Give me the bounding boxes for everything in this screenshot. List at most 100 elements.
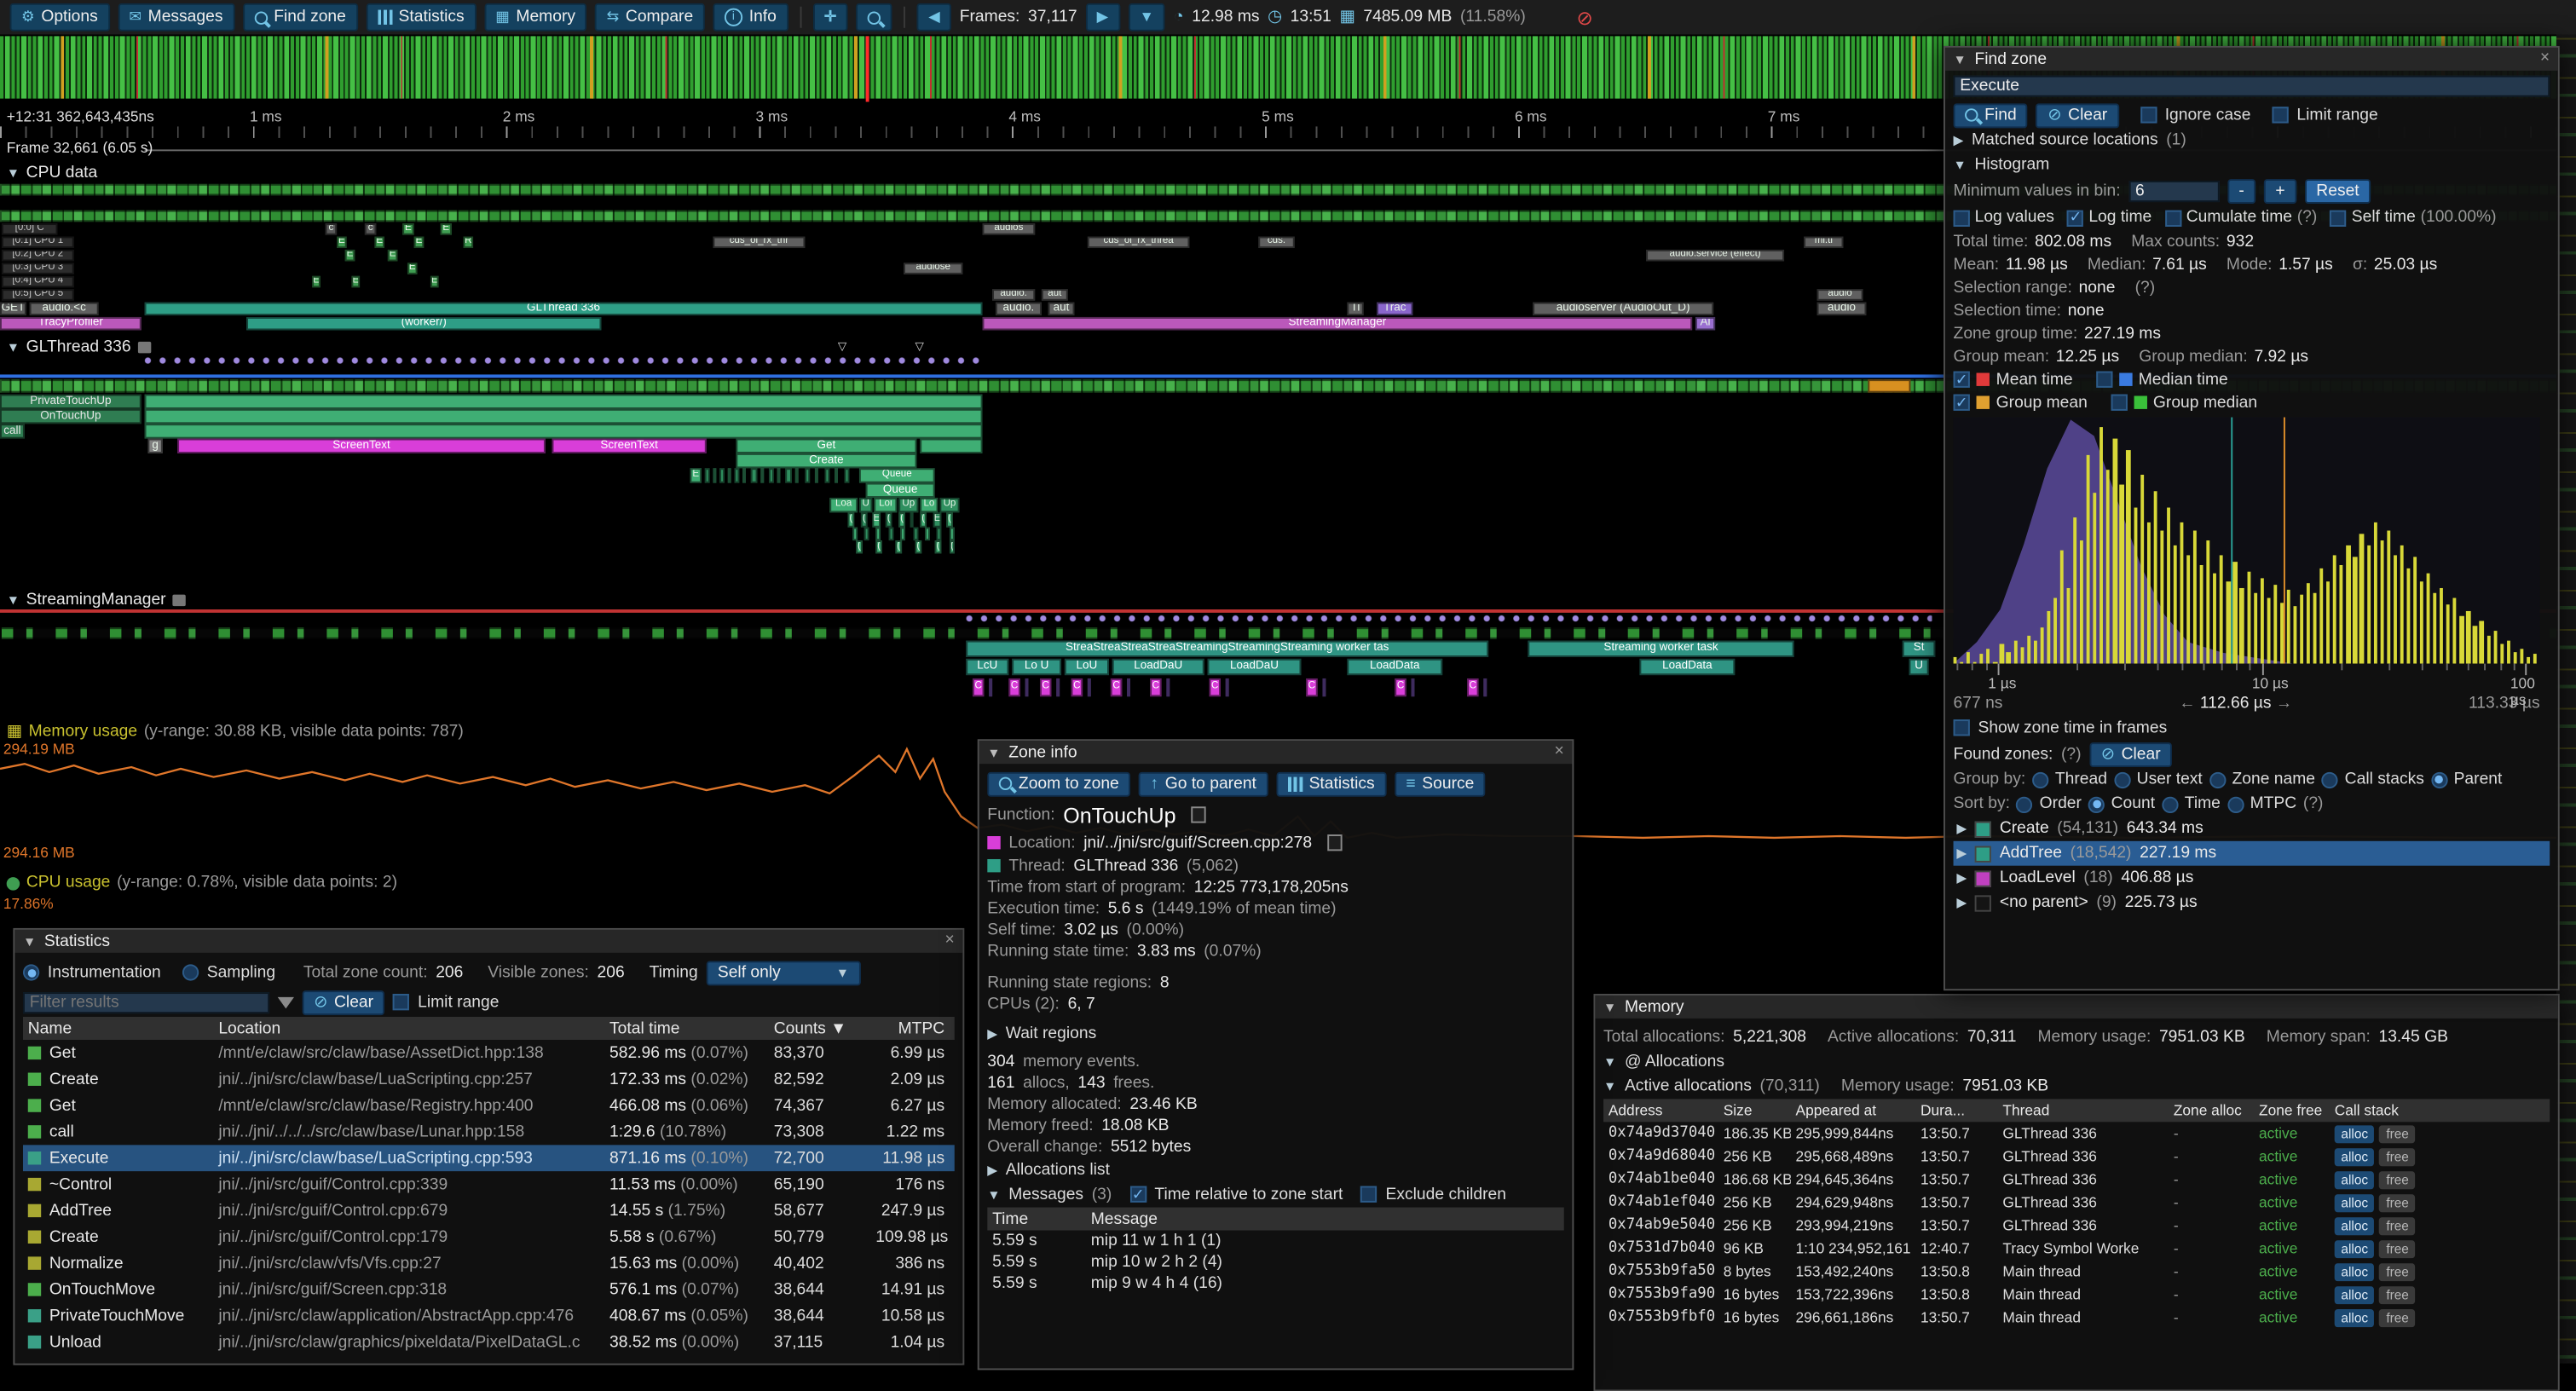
column-header[interactable]: Appeared at xyxy=(1791,1102,1915,1118)
help-icon[interactable]: (?) xyxy=(2061,745,2082,763)
table-row[interactable]: Normalizejni/../jni/src/claw/vfs/Vfs.cpp… xyxy=(23,1250,955,1277)
timeline-zone[interactable]: E xyxy=(402,223,413,234)
timeline-zone[interactable]: [0:0] C xyxy=(2,223,58,234)
limit-range-checkbox[interactable] xyxy=(2272,107,2288,123)
zoom-tool-button[interactable] xyxy=(856,3,892,32)
memory-button[interactable]: ▦Memory xyxy=(484,3,587,32)
timeline-zone[interactable]: [0:5] CPU 5 xyxy=(2,289,74,300)
message-row[interactable]: 5.59 smip 11 w 1 h 1 (1) xyxy=(987,1231,1563,1252)
free-callstack-button[interactable]: free xyxy=(2380,1308,2416,1326)
timeline-zone[interactable]: ScreenText xyxy=(177,439,546,453)
timeline-zone[interactable]: audio.<c xyxy=(30,303,99,315)
found-zone-row[interactable]: ▶AddTree(18,542)227.19 ms xyxy=(1954,841,2550,866)
cpu-usage-header[interactable]: CPU usage(y-range: 0.78%, visible data p… xyxy=(7,874,397,892)
streaming-header[interactable]: ▼StreamingManager xyxy=(7,592,186,609)
free-callstack-button[interactable]: free xyxy=(2380,1285,2416,1303)
alloc-callstack-button[interactable]: alloc xyxy=(2335,1239,2375,1257)
timeline-zone[interactable]: cds_ol_rx_threa xyxy=(1088,237,1189,248)
radio-button[interactable] xyxy=(2017,796,2033,812)
timeline-zone[interactable] xyxy=(875,528,881,540)
timeline-zone[interactable] xyxy=(910,512,914,527)
alloc-callstack-button[interactable]: alloc xyxy=(2335,1170,2375,1188)
timeline-zone[interactable]: GET xyxy=(0,303,26,315)
zone-info-titlebar[interactable]: ▼ Zone info × xyxy=(979,741,1573,764)
location-value[interactable]: jni/../jni/src/guif/Screen.cpp:278 xyxy=(1083,834,1312,851)
timeline-zone[interactable]: ( xyxy=(861,512,868,527)
source-button[interactable]: ≡Source xyxy=(1395,771,1486,796)
radio-button[interactable] xyxy=(2322,771,2338,788)
radio-label[interactable]: Parent xyxy=(2454,771,2503,788)
min-bin-decrease-button[interactable]: - xyxy=(2227,179,2255,204)
timeline-zone[interactable] xyxy=(825,468,830,482)
statistics-button[interactable]: Statistics xyxy=(366,3,476,32)
free-callstack-button[interactable]: free xyxy=(2380,1193,2416,1211)
timeline-zone[interactable]: StreamingManager xyxy=(983,317,1693,330)
alloc-callstack-button[interactable]: alloc xyxy=(2335,1308,2375,1326)
timeline-zone[interactable]: OnTouchUp xyxy=(0,409,142,424)
timeline-zone[interactable] xyxy=(705,468,710,482)
timeline-zone[interactable]: C xyxy=(1111,678,1122,696)
messages-button[interactable]: ✉Messages xyxy=(118,3,234,32)
timeline-zone[interactable] xyxy=(1483,678,1487,696)
legend-checkbox[interactable] xyxy=(1954,372,1970,388)
column-header[interactable]: Location xyxy=(214,1019,605,1037)
timeline-zone[interactable] xyxy=(1226,678,1229,696)
timeline-zone[interactable] xyxy=(852,528,858,540)
collapse-icon[interactable]: ▼ xyxy=(1603,1079,1616,1094)
timeline-zone[interactable] xyxy=(864,528,869,540)
timeline-zone[interactable]: E xyxy=(374,237,384,248)
thread-value[interactable]: GLThread 336 xyxy=(1073,857,1178,874)
close-icon[interactable]: × xyxy=(2540,51,2550,67)
collapse-icon[interactable]: ▼ xyxy=(1954,158,1967,172)
sampling-radio[interactable] xyxy=(182,964,199,980)
timeline-zone[interactable]: Create xyxy=(736,453,916,468)
table-row[interactable]: Unloadjni/../jni/src/claw/graphics/pixel… xyxy=(23,1329,955,1355)
options-button[interactable]: ⚙Options xyxy=(10,3,110,32)
timeline-zone[interactable]: ( xyxy=(898,512,905,527)
free-callstack-button[interactable]: free xyxy=(2380,1216,2416,1234)
timeline-zone[interactable]: Up xyxy=(939,498,959,512)
allocations-section-label[interactable]: @ Allocations xyxy=(1625,1053,1724,1071)
timeline-zone[interactable]: ScreenText xyxy=(552,439,707,453)
collapse-icon[interactable]: ▼ xyxy=(987,1186,1000,1201)
cpu-data-header[interactable]: ▼CPU data xyxy=(7,164,98,182)
clear-button[interactable]: ⊘Clear xyxy=(2036,102,2119,127)
prev-frame-button[interactable]: ◀ xyxy=(917,3,951,32)
timeline-zone[interactable] xyxy=(950,528,955,540)
exclude-children-checkbox[interactable] xyxy=(1361,1186,1378,1203)
radio-label[interactable]: Zone name xyxy=(2232,771,2315,788)
timeline-zone[interactable] xyxy=(785,468,792,482)
column-header[interactable]: Time xyxy=(987,1209,1086,1227)
timeline-zone[interactable]: audio xyxy=(1817,289,1863,300)
timeline-zone[interactable] xyxy=(719,468,725,482)
table-row[interactable]: OnTouchMovejni/../jni/src/guif/Screen.cp… xyxy=(23,1277,955,1303)
statistics-titlebar[interactable]: ▼ Statistics × xyxy=(14,930,962,953)
timeline-zone[interactable] xyxy=(900,528,905,540)
timeline-zone[interactable]: C xyxy=(973,678,984,696)
timeline-zone[interactable]: [0:1] CPU 1 xyxy=(2,237,74,248)
radio-button[interactable] xyxy=(2209,771,2225,788)
column-header[interactable]: Name xyxy=(23,1019,214,1037)
timeline-zone[interactable] xyxy=(925,528,930,540)
timeline-zone[interactable]: Streaming worker task xyxy=(1528,641,1793,657)
ignore-case-checkbox[interactable] xyxy=(2140,107,2157,123)
timeline-zone[interactable]: g xyxy=(147,439,162,453)
timeline-zone[interactable]: E xyxy=(430,276,439,287)
timeline-zone[interactable]: R xyxy=(463,237,473,248)
radio-label[interactable]: Time xyxy=(2185,795,2221,813)
timeline-zone[interactable]: Loi xyxy=(874,498,897,512)
legend-checkbox[interactable] xyxy=(2111,395,2127,411)
timeline-zone[interactable]: ( xyxy=(886,512,892,527)
limit-range-checkbox[interactable] xyxy=(393,994,409,1010)
timeline-zone[interactable]: audio. xyxy=(992,289,1035,300)
timeline-zone[interactable] xyxy=(845,468,850,482)
timeline-zone[interactable] xyxy=(145,409,983,424)
radio-button[interactable] xyxy=(2114,771,2130,788)
timeline-zone[interactable] xyxy=(769,468,774,482)
timeline-zone[interactable] xyxy=(728,468,731,482)
timeline-zone[interactable]: C xyxy=(1071,678,1083,696)
expand-icon[interactable]: ▶ xyxy=(1956,846,1967,861)
find-zone-titlebar[interactable]: ▼ Find zone × xyxy=(1945,48,2558,71)
found-zone-row[interactable]: ▶<no parent>(9)225.73 µs xyxy=(1954,891,2550,915)
timeline-zone[interactable]: (worker/) xyxy=(246,317,601,330)
